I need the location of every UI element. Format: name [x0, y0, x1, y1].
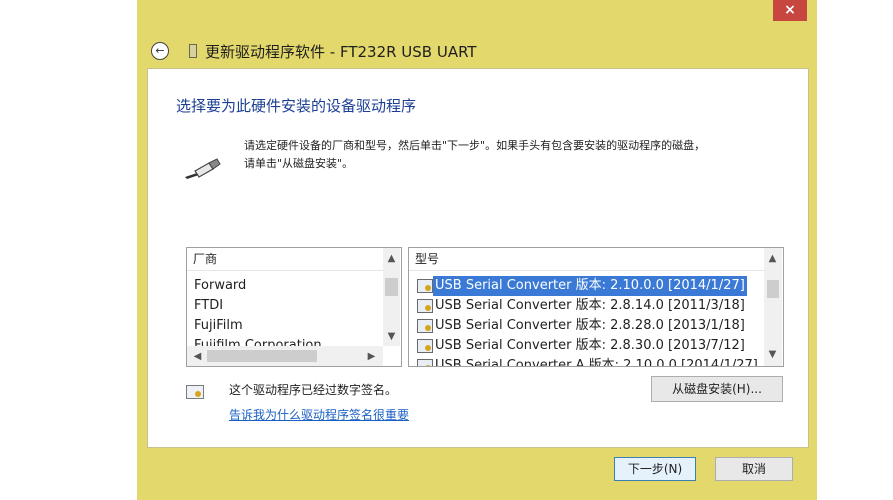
close-button[interactable]: × [773, 0, 807, 21]
manufacturer-listbox[interactable]: 厂商 Forward FTDI FujiFilm Fujifilm Corpor… [186, 247, 402, 367]
model-vscrollbar[interactable]: ▲ ▼ [764, 248, 782, 366]
instruction-line-2: 请单击"从磁盘安装"。 [244, 157, 354, 170]
scroll-thumb[interactable] [385, 278, 398, 296]
signing-status: 这个驱动程序已经过数字签名。 [229, 383, 398, 397]
scroll-down-icon[interactable]: ▼ [383, 328, 400, 345]
window-title: 更新驱动程序软件 - FT232R USB UART [205, 43, 477, 61]
model-item[interactable]: USB Serial Converter 版本: 2.8.28.0 [2013/… [413, 316, 763, 336]
instruction-text: 请选定硬件设备的厂商和型号，然后单击"下一步"。如果手头有包含要安装的驱动程序的… [244, 137, 705, 173]
title-bar: ← 更新驱动程序软件 - FT232R USB UART [147, 35, 807, 67]
page-heading: 选择要为此硬件安装的设备驱动程序 [176, 97, 417, 115]
scroll-right-icon[interactable]: ▶ [363, 348, 380, 365]
scroll-thumb[interactable] [207, 350, 317, 362]
have-disk-button[interactable]: 从磁盘安装(H)... [651, 376, 783, 402]
scroll-left-icon[interactable]: ◀ [189, 348, 206, 365]
certificate-icon [417, 299, 433, 313]
model-item[interactable]: USB Serial Converter 版本: 2.8.30.0 [2013/… [413, 336, 763, 356]
instruction-line-1: 请选定硬件设备的厂商和型号，然后单击"下一步"。如果手头有包含要安装的驱动程序的… [244, 139, 706, 152]
manufacturer-item[interactable]: Forward [194, 276, 246, 296]
model-item-selected[interactable]: USB Serial Converter 版本: 2.10.0.0 [2014/… [413, 276, 763, 296]
manufacturer-item[interactable]: FujiFilm [194, 316, 243, 336]
usb-plug-icon [185, 158, 221, 179]
manufacturer-hscrollbar[interactable]: ◀ ▶ [187, 346, 383, 366]
scroll-down-icon[interactable]: ▼ [764, 346, 781, 363]
manufacturer-vscrollbar[interactable]: ▲ ▼ [383, 248, 400, 346]
model-listbox[interactable]: 型号 USB Serial Converter 版本: 2.10.0.0 [20… [408, 247, 784, 367]
manufacturer-header: 厂商 [187, 248, 383, 271]
certificate-icon [417, 319, 433, 333]
device-icon [189, 44, 197, 58]
certificate-icon [417, 279, 433, 293]
scroll-thumb[interactable] [767, 280, 779, 298]
model-item[interactable]: USB Serial Converter 版本: 2.8.14.0 [2011/… [413, 296, 763, 316]
back-arrow-icon[interactable]: ← [151, 42, 169, 60]
next-button[interactable]: 下一步(N) [614, 457, 696, 481]
content-panel: 选择要为此硬件安装的设备驱动程序 请选定硬件设备的厂商和型号，然后单击"下一步"… [147, 68, 809, 481]
certificate-icon [417, 339, 433, 353]
scroll-up-icon[interactable]: ▲ [764, 250, 781, 267]
model-header: 型号 [409, 248, 765, 271]
dialog-window: × ← 更新驱动程序软件 - FT232R USB UART 选择要为此硬件安装… [137, 0, 817, 500]
certificate-icon [186, 385, 204, 399]
scroll-up-icon[interactable]: ▲ [383, 250, 400, 267]
cancel-button[interactable]: 取消 [715, 457, 793, 481]
model-item[interactable]: USB Serial Converter A 版本: 2.10.0.0 [201… [413, 356, 763, 366]
signing-info-link[interactable]: 告诉我为什么驱动程序签名很重要 [229, 406, 409, 423]
certificate-icon [417, 359, 433, 366]
manufacturer-item-selected[interactable]: FTDI [194, 296, 223, 316]
